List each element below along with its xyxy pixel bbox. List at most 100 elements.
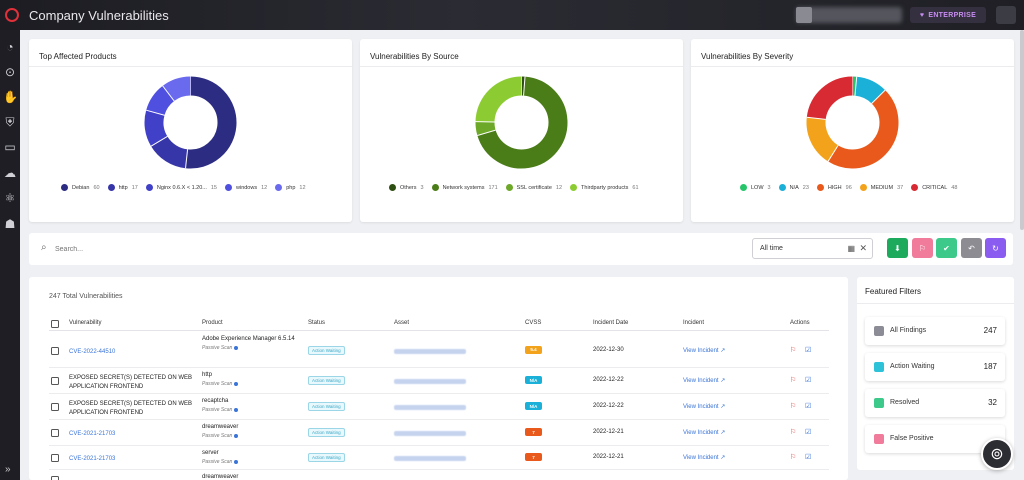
row-checkbox[interactable]: [51, 403, 59, 411]
info-icon[interactable]: [234, 433, 239, 438]
filter-all-findings[interactable]: All Findings 247: [865, 317, 1005, 345]
row-checkbox[interactable]: [51, 346, 59, 355]
legend-item[interactable]: LOW 3: [740, 184, 771, 191]
logo-icon[interactable]: [5, 8, 19, 22]
close-icon[interactable]: ✕: [859, 243, 867, 254]
cloud-icon[interactable]: ☁: [3, 166, 17, 180]
table-row[interactable]: CVE-2022-44510 Adobe Experience Manager 6…: [49, 333, 829, 368]
table-row[interactable]: CVE-2021-21703 server Passive Scan Action W…: [49, 446, 829, 470]
info-icon[interactable]: [234, 459, 239, 464]
calendar-icon[interactable]: ▦: [847, 244, 855, 253]
header-asset[interactable]: Asset: [394, 320, 409, 326]
table-row[interactable]: dreamweaver: [49, 470, 829, 480]
table-row[interactable]: CVE-2021-21703 dreamweaver Passive Scan Act…: [49, 420, 829, 446]
asset-redacted[interactable]: [394, 431, 466, 436]
thumbs-down-icon[interactable]: ⚐: [790, 402, 796, 410]
network-icon[interactable]: ⚛: [3, 191, 17, 205]
shield-icon[interactable]: ⛨: [3, 115, 17, 129]
products-slice-windows[interactable]: [146, 85, 175, 116]
table-row[interactable]: EXPOSED SECRET(S) DETECTED ON WEB APPLIC…: [49, 368, 829, 394]
products-slice-nginx-0-6-x-1-20[interactable]: [144, 110, 168, 147]
expand-sidebar-icon[interactable]: »: [5, 464, 11, 475]
severity-slice-medium[interactable]: [806, 117, 839, 162]
check-square-icon[interactable]: ☑: [805, 376, 811, 384]
thumbs-down-icon[interactable]: ⚐: [790, 428, 796, 436]
dashboard-icon[interactable]: ◔: [3, 40, 17, 54]
legend-item[interactable]: php 12: [275, 184, 306, 191]
legend-item[interactable]: HIGH 96: [816, 184, 852, 191]
legend-item[interactable]: http 17: [107, 184, 138, 191]
thumbs-down-icon[interactable]: ⚐: [790, 453, 796, 461]
download-button[interactable]: ⬇: [887, 238, 908, 258]
asset-redacted[interactable]: [394, 348, 466, 354]
check-square-icon[interactable]: ☑: [805, 346, 811, 354]
row-checkbox[interactable]: [51, 454, 59, 462]
asset-redacted[interactable]: [394, 456, 466, 461]
legend-item[interactable]: Debian 60: [61, 184, 100, 191]
help-lifebuoy-button[interactable]: ⊚: [981, 438, 1013, 470]
legend-item[interactable]: N/A 23: [778, 184, 809, 191]
search-input[interactable]: [55, 241, 355, 257]
check-square-icon[interactable]: ☑: [805, 428, 811, 436]
hacker-icon[interactable]: ☗: [3, 217, 17, 231]
header-cvss[interactable]: CVSS: [525, 320, 541, 326]
header-vulnerability[interactable]: Vulnerability: [69, 320, 101, 326]
view-incident-link[interactable]: View Incident ↗: [683, 454, 725, 461]
severity-slice-high[interactable]: [828, 90, 899, 169]
info-icon[interactable]: [234, 345, 239, 350]
products-slice-http[interactable]: [151, 135, 189, 169]
products-slice-debian[interactable]: [185, 76, 237, 169]
row-checkbox[interactable]: [51, 429, 59, 437]
legend-item[interactable]: Thirdparty products 61: [570, 184, 639, 191]
legend-item[interactable]: Others 3: [389, 184, 424, 191]
view-incident-link[interactable]: View Incident ↗: [683, 347, 725, 354]
undo-button[interactable]: ↶: [961, 238, 982, 258]
resolve-button[interactable]: ✔: [936, 238, 957, 258]
vulnerability-name[interactable]: CVE-2021-21703: [69, 455, 194, 464]
header-actions[interactable]: Actions: [790, 320, 810, 326]
monitor-icon[interactable]: ▭: [3, 140, 17, 154]
legend-item[interactable]: SSL certificate 12: [505, 184, 562, 191]
profile-button[interactable]: [996, 6, 1016, 24]
asset-redacted[interactable]: [394, 405, 466, 410]
table-row[interactable]: EXPOSED SECRET(S) DETECTED ON WEB APPLIC…: [49, 394, 829, 420]
legend-item[interactable]: Nginx 0.6.X < 1.20... 15: [145, 184, 217, 191]
view-incident-link[interactable]: View Incident ↗: [683, 403, 725, 410]
info-icon[interactable]: [234, 381, 239, 386]
header-incident[interactable]: Incident: [683, 320, 704, 326]
info-icon[interactable]: [234, 407, 239, 412]
row-checkbox[interactable]: [51, 377, 59, 385]
page-scrollbar[interactable]: [1020, 30, 1024, 230]
scan-icon[interactable]: ⊙: [3, 65, 17, 79]
header-status[interactable]: Status: [308, 320, 325, 326]
asset-redacted[interactable]: [394, 379, 466, 384]
enterprise-badge[interactable]: ♥ ENTERPRISE: [910, 7, 986, 23]
legend-item[interactable]: Network systems 171: [431, 184, 498, 191]
vulnerability-name[interactable]: CVE-2022-44510: [69, 348, 194, 357]
legend-item[interactable]: CRITICAL 48: [911, 184, 957, 191]
check-square-icon[interactable]: ☑: [805, 402, 811, 410]
severity-slice-critical[interactable]: [806, 76, 854, 121]
avatar[interactable]: [796, 7, 812, 23]
row-checkbox[interactable]: [51, 476, 59, 480]
time-range-select[interactable]: All time ▦ ✕: [752, 238, 873, 259]
report-button[interactable]: ⚐: [912, 238, 933, 258]
vulnerability-name[interactable]: CVE-2021-21703: [69, 430, 194, 439]
view-incident-link[interactable]: View Incident ↗: [683, 429, 725, 436]
check-square-icon[interactable]: ☑: [805, 453, 811, 461]
header-product[interactable]: Product: [202, 320, 223, 326]
legend-item[interactable]: MEDIUM 37: [859, 184, 903, 191]
header-incident-date[interactable]: Incident Date: [593, 320, 628, 326]
thumbs-down-icon[interactable]: ⚐: [790, 376, 796, 384]
view-incident-link[interactable]: View Incident ↗: [683, 377, 725, 384]
source-slice-thirdparty-products[interactable]: [475, 76, 523, 123]
filter-resolved[interactable]: Resolved 32: [865, 389, 1005, 417]
source-slice-ssl-certificate[interactable]: [475, 121, 496, 136]
legend-item[interactable]: windows 12: [225, 184, 267, 191]
select-all-checkbox[interactable]: [51, 320, 59, 328]
hand-icon[interactable]: ✋: [3, 90, 18, 104]
severity-slice-n-a[interactable]: [854, 76, 886, 104]
products-slice-php[interactable]: [162, 76, 192, 102]
filter-action-waiting[interactable]: Action Waiting 187: [865, 353, 1005, 381]
refresh-button[interactable]: ↻: [985, 238, 1006, 258]
